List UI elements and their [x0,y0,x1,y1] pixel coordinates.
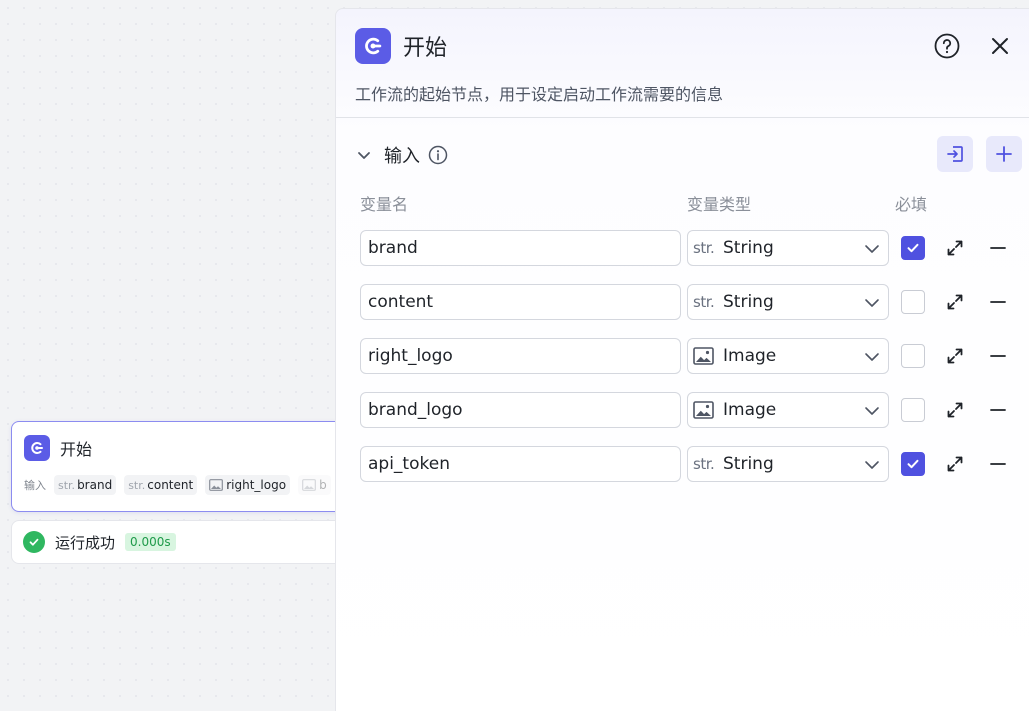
variable-type-select[interactable]: str. String [687,230,889,266]
variable-type-select[interactable]: Image [687,338,889,374]
node-input-list: 输入 str. brand str. content right_logo b [12,475,350,495]
divider [336,117,1029,118]
chevron-down-icon [865,353,879,361]
variable-name-input[interactable]: api_token [360,446,681,482]
help-icon[interactable] [934,33,960,59]
node-input-chip: b [298,475,331,495]
start-node-icon [24,435,50,461]
string-type-icon: str. [693,293,715,311]
variable-name-input[interactable]: brand [360,230,681,266]
required-checkbox[interactable] [901,290,925,314]
close-icon[interactable] [988,34,1012,58]
string-type-icon: str. [693,455,715,473]
remove-variable-icon[interactable] [988,346,1008,366]
column-header-required: 必填 [895,195,928,214]
import-variables-button[interactable] [937,136,973,172]
variable-type-select[interactable]: Image [687,392,889,428]
image-icon [302,479,316,491]
required-checkbox[interactable] [901,398,925,422]
node-title: 开始 [60,440,93,459]
run-status-text: 运行成功 [55,533,116,552]
expand-icon[interactable] [945,400,965,420]
image-icon [693,347,719,365]
variable-name-input[interactable]: content [360,284,681,320]
check-icon [907,459,919,469]
chevron-down-icon [865,245,879,253]
string-type-icon: str. [693,239,715,257]
panel-title: 开始 [403,36,448,61]
variable-type-select[interactable]: str. String [687,446,889,482]
node-input-chip: right_logo [205,475,291,495]
section-title: 输入 [384,146,420,167]
column-header-name: 变量名 [360,195,409,214]
required-checkbox[interactable] [901,344,925,368]
start-node-icon [355,28,391,64]
add-variable-button[interactable] [986,136,1022,172]
node-settings-panel: 开始 工作流的起始节点，用于设定启动工作流需要的信息 输入 变量名 变量类型 必… [335,8,1029,711]
variable-name-input[interactable]: right_logo [360,338,681,374]
column-header-type: 变量类型 [687,195,752,214]
node-input-chip: str. brand [54,475,117,495]
node-input-chip: str. content [124,475,198,495]
chevron-down-icon [358,152,370,159]
remove-variable-icon[interactable] [988,400,1008,420]
variable-row: api_token str. String [360,446,1020,482]
variable-row: content str. String [360,284,1020,320]
expand-icon[interactable] [945,238,965,258]
variable-row: brand str. String [360,230,1020,266]
run-status-bar[interactable]: 运行成功 0.000s [11,520,351,564]
expand-icon[interactable] [945,346,965,366]
image-icon [209,479,224,491]
check-icon [907,243,919,253]
expand-icon[interactable] [945,292,965,312]
chevron-down-icon [865,299,879,307]
run-duration-badge: 0.000s [125,533,176,551]
variable-row: right_logo Image [360,338,1020,374]
start-node-card[interactable]: 开始 输入 str. brand str. content right_logo b [11,421,351,512]
panel-description: 工作流的起始节点，用于设定启动工作流需要的信息 [355,85,724,104]
required-checkbox[interactable] [901,236,925,260]
info-icon [428,145,448,165]
variable-type-select[interactable]: str. String [687,284,889,320]
remove-variable-icon[interactable] [988,238,1008,258]
variable-row: brand_logo Image [360,392,1020,428]
input-section-header[interactable]: 输入 [356,142,448,168]
image-icon [693,401,719,419]
chevron-down-icon [865,407,879,415]
success-check-icon [23,531,45,553]
expand-icon[interactable] [945,454,965,474]
remove-variable-icon[interactable] [988,454,1008,474]
node-inputs-label: 输入 [24,479,46,492]
variable-name-input[interactable]: brand_logo [360,392,681,428]
chevron-down-icon [865,461,879,469]
required-checkbox[interactable] [901,452,925,476]
plus-icon [996,146,1012,162]
import-icon [947,146,963,162]
remove-variable-icon[interactable] [988,292,1008,312]
